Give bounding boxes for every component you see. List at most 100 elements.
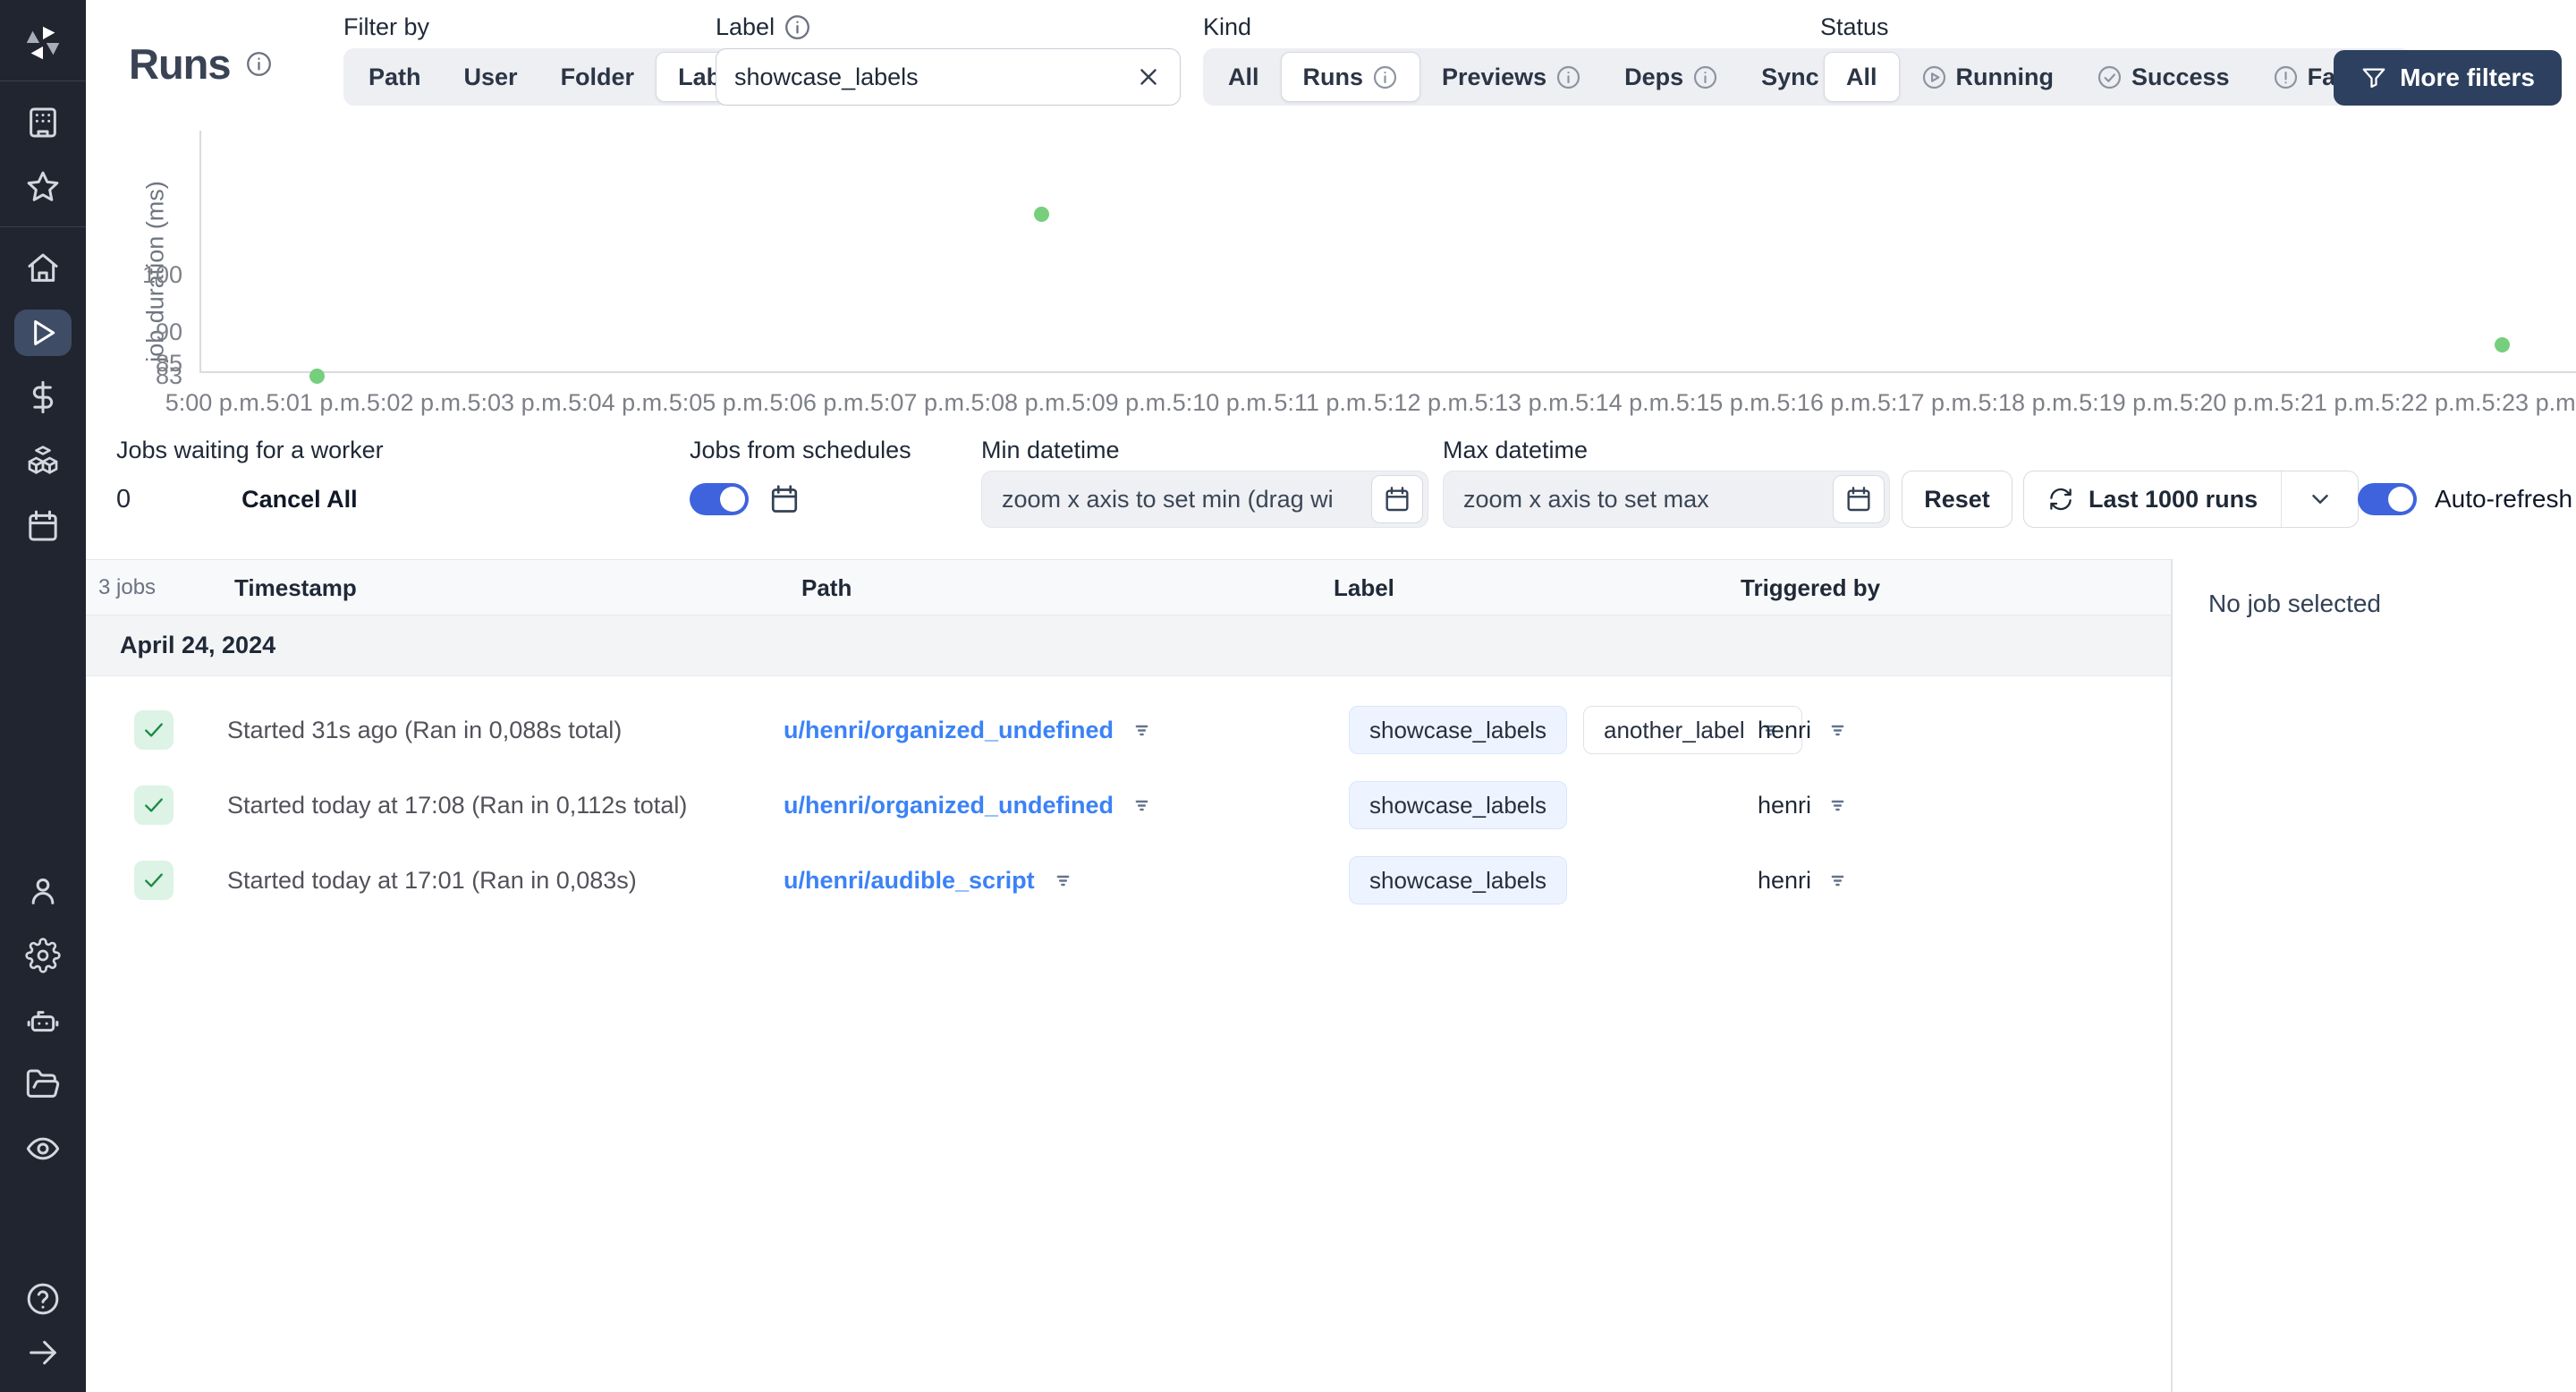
min-datetime-calendar-button[interactable] [1371,475,1423,523]
jobs-from-schedules-toggle[interactable] [690,483,749,515]
jobs-waiting-label: Jobs waiting for a worker [116,436,384,463]
run-labels: showcase_labels another_label [1349,692,1802,768]
label-filter-input[interactable]: showcase_labels [716,48,1181,106]
run-path-link[interactable]: u/henri/organized_undefined [784,792,1114,819]
run-labels: showcase_labels [1349,843,1568,918]
x-tick-label: 5:02 p.m. [366,389,468,416]
x-tick-label: 5:03 p.m. [467,389,569,416]
reset-group: Reset [1902,433,2012,528]
filter-by-option-path[interactable]: Path [347,52,443,102]
max-datetime-calendar-button[interactable] [1833,475,1885,523]
label-info-icon[interactable] [784,13,811,41]
label-chip-active[interactable]: showcase_labels [1349,781,1568,829]
auto-refresh-group: Auto-refresh [2358,433,2572,528]
min-datetime-placeholder: zoom x axis to set min (drag wi [1002,485,1334,513]
sidebar-item-audit-logs[interactable] [14,1125,72,1172]
clear-label-filter-icon[interactable] [1135,64,1162,90]
filter-lines-icon [1831,875,1844,886]
filter-by-path-icon[interactable] [1130,794,1154,818]
success-status-icon [134,785,174,825]
sidebar-item-favorites[interactable] [14,164,72,210]
sidebar-item-settings[interactable] [14,932,72,979]
table-header: 3 jobs Timestamp Path Label Triggered by [86,560,2171,615]
kind-segmented: All Runs Previews Deps Sync [1203,48,1879,106]
runs-info-icon[interactable] [245,50,273,78]
date-group-row: April 24, 2024 [86,615,2171,676]
sidebar-item-variables[interactable] [14,374,72,420]
sidebar-divider [0,226,86,227]
status-option-running[interactable]: Running [1900,52,2075,102]
filter-by-option-user[interactable]: User [443,52,539,102]
sidebar-item-folders[interactable] [14,1061,72,1108]
chart-data-point[interactable] [309,369,325,384]
table-row[interactable]: Started today at 17:08 (Ran in 0,112s to… [86,768,2171,843]
filters-toolbar: Runs Filter by Path User Folder Label Label… [86,0,2576,125]
x-tick-label: 5:21 p.m. [2280,389,2381,416]
filter-lines-icon [1135,800,1148,811]
column-label: Label [1334,573,1394,601]
kind-label: Kind [1203,13,1252,40]
last-runs-button[interactable]: Last 1000 runs [2024,471,2281,527]
x-tick-label: 5:23 p.m. [2481,389,2576,416]
kind-option-runs[interactable]: Runs [1280,52,1421,102]
filter-by-path-icon[interactable] [1130,718,1154,743]
min-datetime-input[interactable]: zoom x axis to set min (drag wi [981,471,1428,528]
cancel-all-button[interactable]: Cancel All [236,485,363,514]
filter-by-path-icon[interactable] [1051,869,1075,893]
sidebar-item-workers[interactable] [14,997,72,1043]
status-label: Status [1820,13,1889,40]
y-tick-label: 83 [155,362,182,389]
x-tick-label: 5:15 p.m. [1675,389,1777,416]
auto-refresh-label: Auto-refresh [2435,485,2573,513]
x-tick-label: 5:05 p.m. [668,389,770,416]
schedules-calendar-icon[interactable] [768,483,801,515]
runs-range-group: Last 1000 runs [2023,433,2360,528]
chevron-down-icon [2311,495,2328,504]
status-option-all[interactable]: All [1824,52,1900,102]
sidebar-item-runs[interactable] [14,310,72,356]
table-row[interactable]: Started today at 17:01 (Ran in 0,083s) u… [86,843,2171,918]
run-timestamp: Started 31s ago (Ran in 0,088s total) [227,716,623,743]
reset-button[interactable]: Reset [1902,471,2012,528]
run-timestamp: Started today at 17:08 (Ran in 0,112s to… [227,791,688,819]
auto-refresh-toggle[interactable] [2358,483,2417,515]
max-datetime-input[interactable]: zoom x axis to set max [1443,471,1890,528]
more-filters-button[interactable]: More filters [2334,50,2562,106]
chart-plot-area[interactable] [199,131,2576,373]
kind-option-deps[interactable]: Deps [1603,52,1740,102]
sidebar-item-schedules[interactable] [14,503,72,549]
label-filter-value: showcase_labels [734,63,919,90]
label-chip-active[interactable]: showcase_labels [1349,856,1568,904]
help-button[interactable] [14,1276,72,1322]
x-tick-label: 5:01 p.m. [266,389,367,416]
max-datetime-placeholder: zoom x axis to set max [1463,485,1709,513]
info-icon [1373,65,1397,89]
status-option-success[interactable]: Success [2075,52,2251,102]
jobs-waiting-group: Jobs waiting for a worker 0 Cancel All [116,433,384,528]
label-chip-active[interactable]: showcase_labels [1349,706,1568,754]
no-job-selected-text: No job selected [2208,590,2382,617]
table-row[interactable]: Started 31s ago (Ran in 0,088s total) u/… [86,692,2171,768]
sidebar-item-users[interactable] [14,868,72,914]
kind-option-previews[interactable]: Previews [1420,52,1603,102]
filter-by-user-icon[interactable] [1826,794,1850,818]
filter-lines-icon [1135,725,1148,735]
sidebar-item-home[interactable] [14,245,72,292]
runs-range-dropdown-button[interactable] [2281,471,2358,527]
chart-data-point[interactable] [2495,336,2511,352]
windmill-logo-icon[interactable] [21,21,64,64]
runs-duration-chart[interactable]: job duration (ms) 100 90 85 83 5:00 p.m. 5:0… [86,123,2576,423]
run-path-link[interactable]: u/henri/audible_script [784,867,1035,895]
sidebar-item-workspace[interactable] [14,99,72,146]
filter-by-option-folder[interactable]: Folder [539,52,657,102]
page-title: Runs [129,40,231,88]
run-path-link[interactable]: u/henri/organized_undefined [784,717,1114,744]
sidebar-item-resources[interactable] [14,438,72,485]
x-tick-label: 5:09 p.m. [1072,389,1173,416]
x-tick-label: 5:17 p.m. [1877,389,1979,416]
filter-by-label: Filter by [343,13,430,40]
filter-by-user-icon[interactable] [1826,718,1850,743]
filter-by-user-icon[interactable] [1826,869,1850,893]
collapse-sidebar-button[interactable] [14,1329,72,1376]
kind-option-all[interactable]: All [1207,52,1281,102]
